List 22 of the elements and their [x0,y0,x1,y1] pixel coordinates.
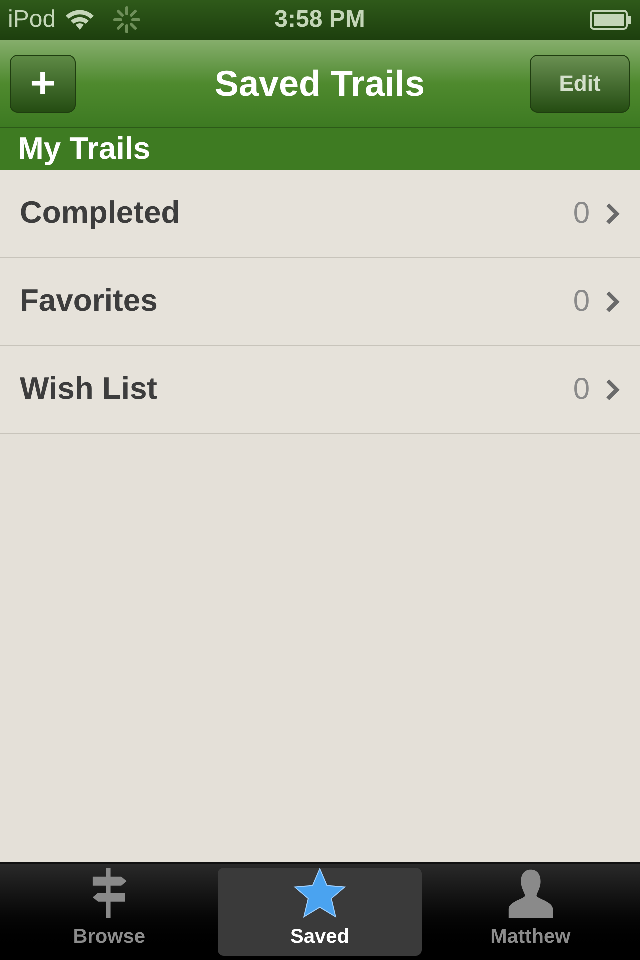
tab-item[interactable]: Matthew [428,868,633,956]
star-icon [292,868,347,918]
row-count: 0 [573,196,590,232]
spinner-icon [112,5,142,35]
tab-item[interactable]: Saved [218,868,422,956]
carrier-name: iPod [8,5,56,35]
chevron-icon [606,202,620,224]
chevron-icon [606,378,620,400]
tab-item[interactable]: Browse [7,868,212,956]
wifi-icon [64,8,96,32]
row-label: Completed [20,194,180,232]
add-button[interactable]: + [10,54,76,112]
battery-icon [590,10,632,30]
chevron-icon [606,290,620,312]
status-time: 3:58 PM [274,5,366,35]
section-title: My Trails [18,130,151,168]
row-count: 0 [573,372,590,408]
row-label: Favorites [20,282,158,320]
row-count: 0 [573,284,590,320]
row-label: Wish List [20,370,158,408]
edit-button[interactable]: Edit [530,54,630,112]
nav-title: Saved Trails [214,62,426,106]
